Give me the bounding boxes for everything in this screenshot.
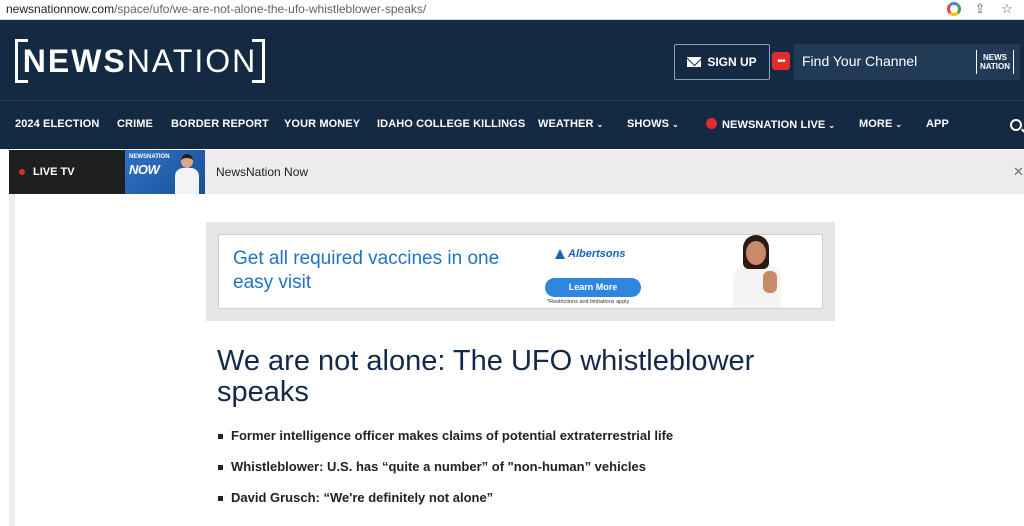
nav-item-more[interactable]: MORE ⌄ [859, 118, 902, 130]
albertsons-brand: Albertsons [568, 248, 626, 260]
search-icon[interactable] [1010, 119, 1022, 131]
live-tv-bar: LIVE TV NEWSNATION NOW NewsNation Now ✕ [9, 150, 1024, 194]
live-tv-label: LIVE TV [33, 166, 75, 178]
nav-item-2024-election[interactable]: 2024 ELECTION [15, 118, 99, 130]
nav-item-idaho-college-killings[interactable]: IDAHO COLLEGE KILLINGS [377, 118, 525, 130]
advertisement: Get all required vaccines in one easy vi… [206, 222, 835, 321]
nav-label: 2024 ELECTION [15, 118, 100, 130]
nav-label: IDAHO COLLEGE KILLINGS [377, 118, 526, 130]
newsnation-mini-logo: NEWS NATION [976, 50, 1014, 74]
ad-headline: Get all required vaccines in one easy vi… [233, 248, 500, 293]
thumb-brand: NEWSNATION [129, 154, 170, 160]
mini-logo-line1: NEWS [983, 53, 1007, 62]
page-edge [9, 194, 15, 526]
nav-item-weather[interactable]: WEATHER ⌄ [538, 118, 603, 130]
article-title: We are not alone: The UFO whistleblower … [217, 345, 755, 408]
chevron-down-icon: ⌄ [672, 120, 679, 129]
key-point: David Grusch: “We're definitely not alon… [218, 490, 673, 521]
nav-item-shows[interactable]: SHOWS ⌄ [627, 118, 679, 130]
envelope-icon [687, 57, 702, 67]
thumb-show: NOW [129, 162, 160, 177]
chevron-down-icon: ⌄ [828, 121, 836, 130]
nav-label: WEATHER [538, 118, 594, 130]
nav-label: NEWSNATION LIVE [722, 119, 826, 131]
live-tv-button[interactable]: LIVE TV [9, 150, 125, 194]
browser-url-bar[interactable]: newsnationnow.com/space/ufo/we-are-not-a… [0, 0, 1024, 20]
find-channel-label: Find Your Channel [802, 53, 918, 69]
nav-label: APP [926, 118, 949, 130]
albertsons-ad-banner[interactable]: Get all required vaccines in one easy vi… [218, 234, 823, 309]
close-icon[interactable]: ✕ [1013, 164, 1024, 180]
albertsons-icon [555, 249, 565, 259]
logo-news: NEWS [22, 43, 127, 79]
url-domain: newsnationnow.com [6, 2, 115, 16]
url-path: /space/ufo/we-are-not-alone-the-ufo-whis… [114, 2, 427, 16]
chevron-down-icon: ⌄ [895, 120, 903, 129]
nav-item-border-report[interactable]: BORDER REPORT [171, 118, 269, 130]
nav-label: CRIME [117, 118, 153, 130]
bookmark-star-icon[interactable]: ☆ [999, 1, 1015, 17]
key-point: Whistleblower: U.S. has “quite a number”… [218, 459, 673, 490]
url-text[interactable]: newsnationnow.com/space/ufo/we-are-not-a… [6, 2, 426, 16]
nav-item-app[interactable]: APP [926, 118, 949, 130]
nav-label: YOUR MONEY [284, 118, 361, 130]
article-key-points: Former intelligence officer makes claims… [218, 428, 673, 521]
nav-item-newsnation-live[interactable]: NEWSNATION LIVE ⌄ [706, 118, 835, 131]
newsnation-now-thumbnail[interactable]: NEWSNATION NOW [125, 150, 205, 194]
key-point: Former intelligence officer makes claims… [218, 428, 673, 459]
mini-logo-line2: NATION [979, 62, 1011, 71]
nav-item-crime[interactable]: CRIME [117, 118, 153, 130]
sign-up-label: SIGN UP [707, 55, 757, 69]
nav-label: SHOWS [627, 118, 670, 130]
nav-label: MORE [859, 118, 893, 130]
live-dot-icon [19, 169, 25, 175]
program-title[interactable]: NewsNation Now [216, 165, 308, 179]
main-nav: 2024 ELECTION CRIME BORDER REPORT YOUR M… [0, 100, 1024, 149]
albertsons-logo: Albertsons [555, 248, 625, 260]
sign-up-button[interactable]: SIGN UP [674, 44, 770, 80]
share-icon[interactable]: ⇪ [972, 1, 988, 17]
channel-menu-icon[interactable]: ••• [772, 52, 790, 70]
ad-disclaimer: *Restrictions and limitations apply [547, 299, 630, 305]
nav-item-your-money[interactable]: YOUR MONEY [284, 118, 360, 130]
ad-photo [729, 235, 789, 308]
nav-label: BORDER REPORT [171, 118, 269, 130]
google-icon[interactable] [946, 1, 962, 17]
site-header: NEWSNATION SIGN UP ••• Find Your Channel… [0, 20, 1024, 100]
logo-nation: NATION [126, 43, 258, 79]
live-dot-icon [706, 118, 717, 129]
newsnation-logo[interactable]: NEWSNATION [15, 39, 265, 83]
find-your-channel-button[interactable]: Find Your Channel NEWS NATION [794, 44, 1020, 80]
learn-more-button[interactable]: Learn More [545, 278, 641, 297]
chevron-down-icon: ⌄ [596, 120, 604, 129]
anchor-image [173, 154, 201, 194]
